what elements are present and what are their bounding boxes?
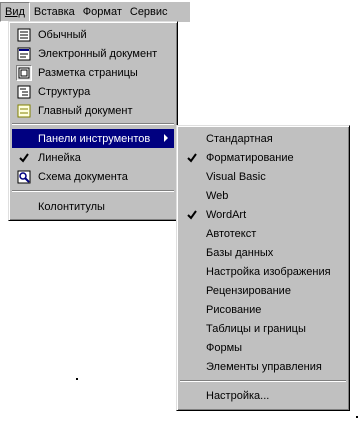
toolbar-item-standard[interactable]: Стандартная [180, 129, 346, 148]
menu-bar: Вид Вставка Формат Сервис [0, 2, 190, 22]
empty-icon-slot [12, 197, 36, 216]
menu-item-outline[interactable]: Структура [12, 82, 174, 101]
empty-icon-slot [12, 129, 36, 148]
document-map-icon [12, 167, 36, 186]
empty-icon-slot [180, 300, 204, 319]
web-layout-icon [12, 44, 36, 63]
toolbar-item-reviewing[interactable]: Рецензирование [180, 281, 346, 300]
menu-insert[interactable]: Вставка [30, 3, 79, 21]
toolbar-item-visual-basic[interactable]: Visual Basic [180, 167, 346, 186]
menu-tools[interactable]: Сервис [126, 3, 172, 21]
menu-item-page-layout[interactable]: Разметка страницы [12, 63, 174, 82]
view-menu: Обычный Электронный документ Разметка ст… [8, 21, 178, 221]
toolbar-item-wordart[interactable]: WordArt [180, 205, 346, 224]
toolbar-item-customize[interactable]: Настройка... [180, 386, 346, 405]
speck [356, 416, 358, 418]
menu-view-label: Вид [5, 6, 25, 18]
menu-item-label: Главный документ [38, 104, 133, 117]
menu-item-label: Настройка изображения [206, 265, 331, 278]
empty-icon-slot [180, 243, 204, 262]
checkmark-icon [12, 148, 36, 167]
normal-view-icon [12, 25, 36, 44]
menu-item-label: Колонтитулы [38, 200, 105, 213]
menu-item-label: Формы [206, 341, 243, 354]
menu-item-label: Таблицы и границы [206, 322, 306, 335]
empty-icon-slot [180, 357, 204, 376]
toolbar-item-autotext[interactable]: Автотекст [180, 224, 346, 243]
menu-item-label: Обычный [38, 28, 87, 41]
menu-item-label: Панели инструментов [38, 132, 151, 145]
menu-insert-label: Вставка [33, 6, 75, 18]
menu-item-headers-footers[interactable]: Колонтитулы [12, 197, 174, 216]
menu-item-label: Web [206, 189, 229, 202]
menu-item-label: Рисование [206, 303, 262, 316]
toolbar-item-database[interactable]: Базы данных [180, 243, 346, 262]
empty-icon-slot [180, 186, 204, 205]
menu-item-label: Структура [38, 85, 91, 98]
menu-item-label: Элементы управления [206, 360, 322, 373]
menu-separator [180, 380, 346, 382]
menu-item-label: Стандартная [206, 132, 273, 145]
empty-icon-slot [180, 281, 204, 300]
menu-tools-label: Сервис [129, 6, 168, 18]
menu-item-normal[interactable]: Обычный [12, 25, 174, 44]
menu-separator [12, 190, 174, 192]
empty-icon-slot [180, 386, 204, 405]
speck [76, 378, 78, 380]
toolbar-item-tables-borders[interactable]: Таблицы и границы [180, 319, 346, 338]
empty-icon-slot [180, 129, 204, 148]
empty-icon-slot [180, 338, 204, 357]
menu-view[interactable]: Вид [0, 2, 30, 22]
menu-item-web-layout[interactable]: Электронный документ [12, 44, 174, 63]
master-document-icon [12, 101, 36, 120]
menu-item-master-document[interactable]: Главный документ [12, 101, 174, 120]
toolbar-item-picture[interactable]: Настройка изображения [180, 262, 346, 281]
toolbar-item-controls[interactable]: Элементы управления [180, 357, 346, 376]
submenu-arrow-icon [164, 134, 168, 142]
menu-item-document-map[interactable]: Схема документа [12, 167, 174, 186]
empty-icon-slot [180, 224, 204, 243]
menu-item-label: Форматирование [206, 151, 294, 164]
menu-item-label: Автотекст [206, 227, 257, 240]
toolbar-item-forms[interactable]: Формы [180, 338, 346, 357]
toolbars-submenu: Стандартная Форматирование Visual Basic … [176, 125, 350, 411]
menu-item-toolbars[interactable]: Панели инструментов [12, 129, 174, 148]
menu-item-label: Visual Basic [206, 170, 266, 183]
checkmark-icon [180, 205, 204, 224]
page-layout-icon [12, 63, 36, 82]
menu-item-label: WordArt [206, 208, 247, 221]
menu-item-label: Линейка [38, 151, 81, 164]
menu-format[interactable]: Формат [79, 3, 126, 21]
menu-item-ruler[interactable]: Линейка [12, 148, 174, 167]
outline-icon [12, 82, 36, 101]
empty-icon-slot [180, 319, 204, 338]
menu-item-label: Настройка... [206, 389, 270, 402]
empty-icon-slot [180, 262, 204, 281]
toolbar-item-web[interactable]: Web [180, 186, 346, 205]
menu-item-label: Электронный документ [38, 47, 158, 60]
menu-item-label: Разметка страницы [38, 66, 138, 79]
toolbar-item-drawing[interactable]: Рисование [180, 300, 346, 319]
menu-item-label: Базы данных [206, 246, 274, 259]
menu-separator [12, 123, 174, 125]
toolbar-item-formatting[interactable]: Форматирование [180, 148, 346, 167]
checkmark-icon [180, 148, 204, 167]
menu-item-label: Схема документа [38, 170, 128, 183]
menu-format-label: Формат [82, 6, 122, 18]
empty-icon-slot [180, 167, 204, 186]
menu-item-label: Рецензирование [206, 284, 291, 297]
